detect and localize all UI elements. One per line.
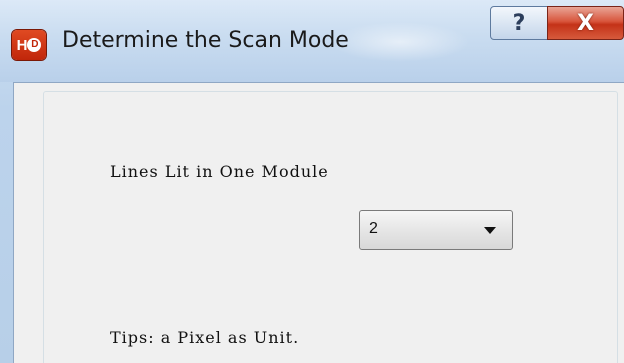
title-bar[interactable]: HD Determine the Scan Mode ? X: [0, 0, 624, 82]
lines-lit-label: Lines Lit in One Module: [110, 162, 329, 181]
window-title: Determine the Scan Mode: [62, 28, 349, 53]
close-icon: X: [577, 10, 594, 36]
app-icon-bubble: D: [27, 38, 42, 52]
help-button[interactable]: ?: [490, 6, 548, 40]
app-icon-letter: H: [16, 36, 28, 54]
title-bar-glare: [330, 22, 470, 62]
hd-logo-icon[interactable]: HD: [12, 30, 46, 60]
lines-lit-value: 2: [369, 220, 378, 237]
dialog-client-area: Lines Lit in One Module 2 Tips: a Pixel …: [13, 82, 624, 363]
help-icon: ?: [512, 10, 526, 36]
chevron-down-icon[interactable]: [484, 227, 496, 234]
close-button[interactable]: X: [547, 6, 624, 40]
tips-text: Tips: a Pixel as Unit.: [110, 328, 300, 347]
lines-lit-dropdown[interactable]: 2: [359, 210, 513, 250]
dialog-window: HD Determine the Scan Mode ? X Lines Lit…: [0, 0, 624, 363]
settings-group: Lines Lit in One Module 2 Tips: a Pixel …: [43, 91, 618, 363]
